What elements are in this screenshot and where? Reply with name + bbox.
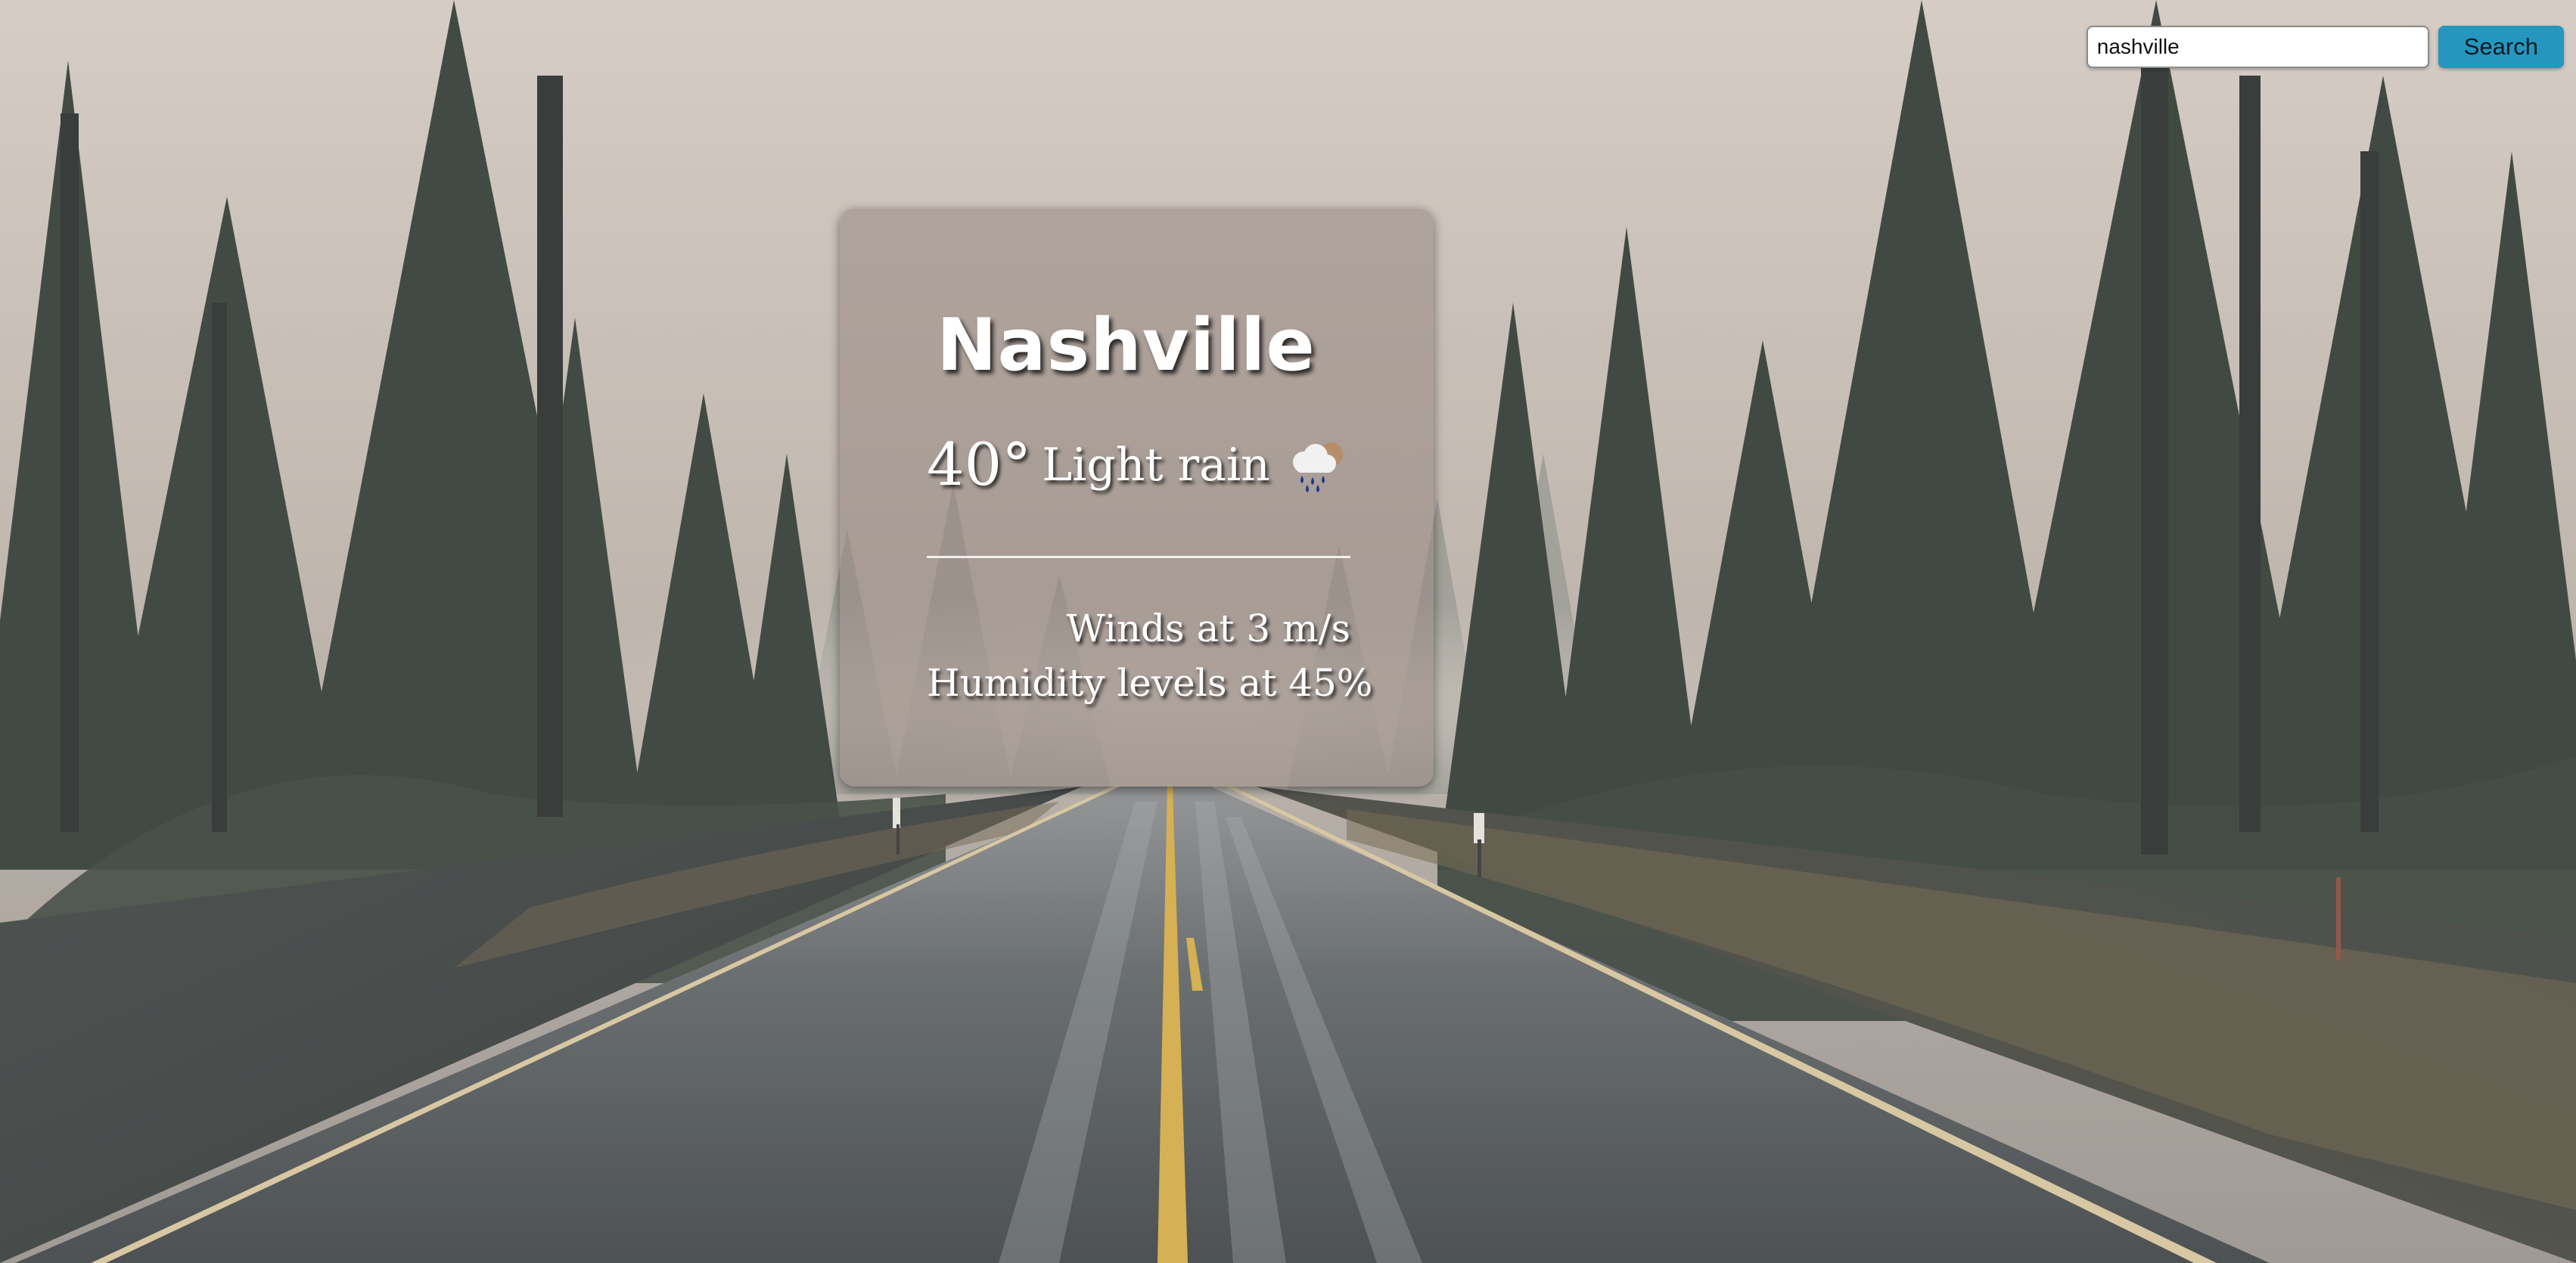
weather-card: Nashville 40° Light rain Winds at 3 m/s …: [840, 208, 1434, 787]
search-input[interactable]: [2086, 26, 2429, 68]
conditions-row: 40° Light rain: [927, 435, 1353, 495]
search-bar: Search: [2086, 26, 2564, 68]
city-name: Nashville: [937, 304, 1316, 387]
wind-speed: Winds at 3 m/s: [1066, 607, 1350, 650]
weather-description: Light rain: [1042, 439, 1270, 492]
search-button[interactable]: Search: [2438, 26, 2564, 68]
temperature: 40°: [927, 431, 1032, 499]
rain-cloud-icon: [1292, 442, 1343, 492]
divider: [927, 556, 1350, 558]
weather-details: Winds at 3 m/s Humidity levels at 45%: [927, 601, 1373, 710]
humidity: Humidity levels at 45%: [927, 661, 1373, 705]
